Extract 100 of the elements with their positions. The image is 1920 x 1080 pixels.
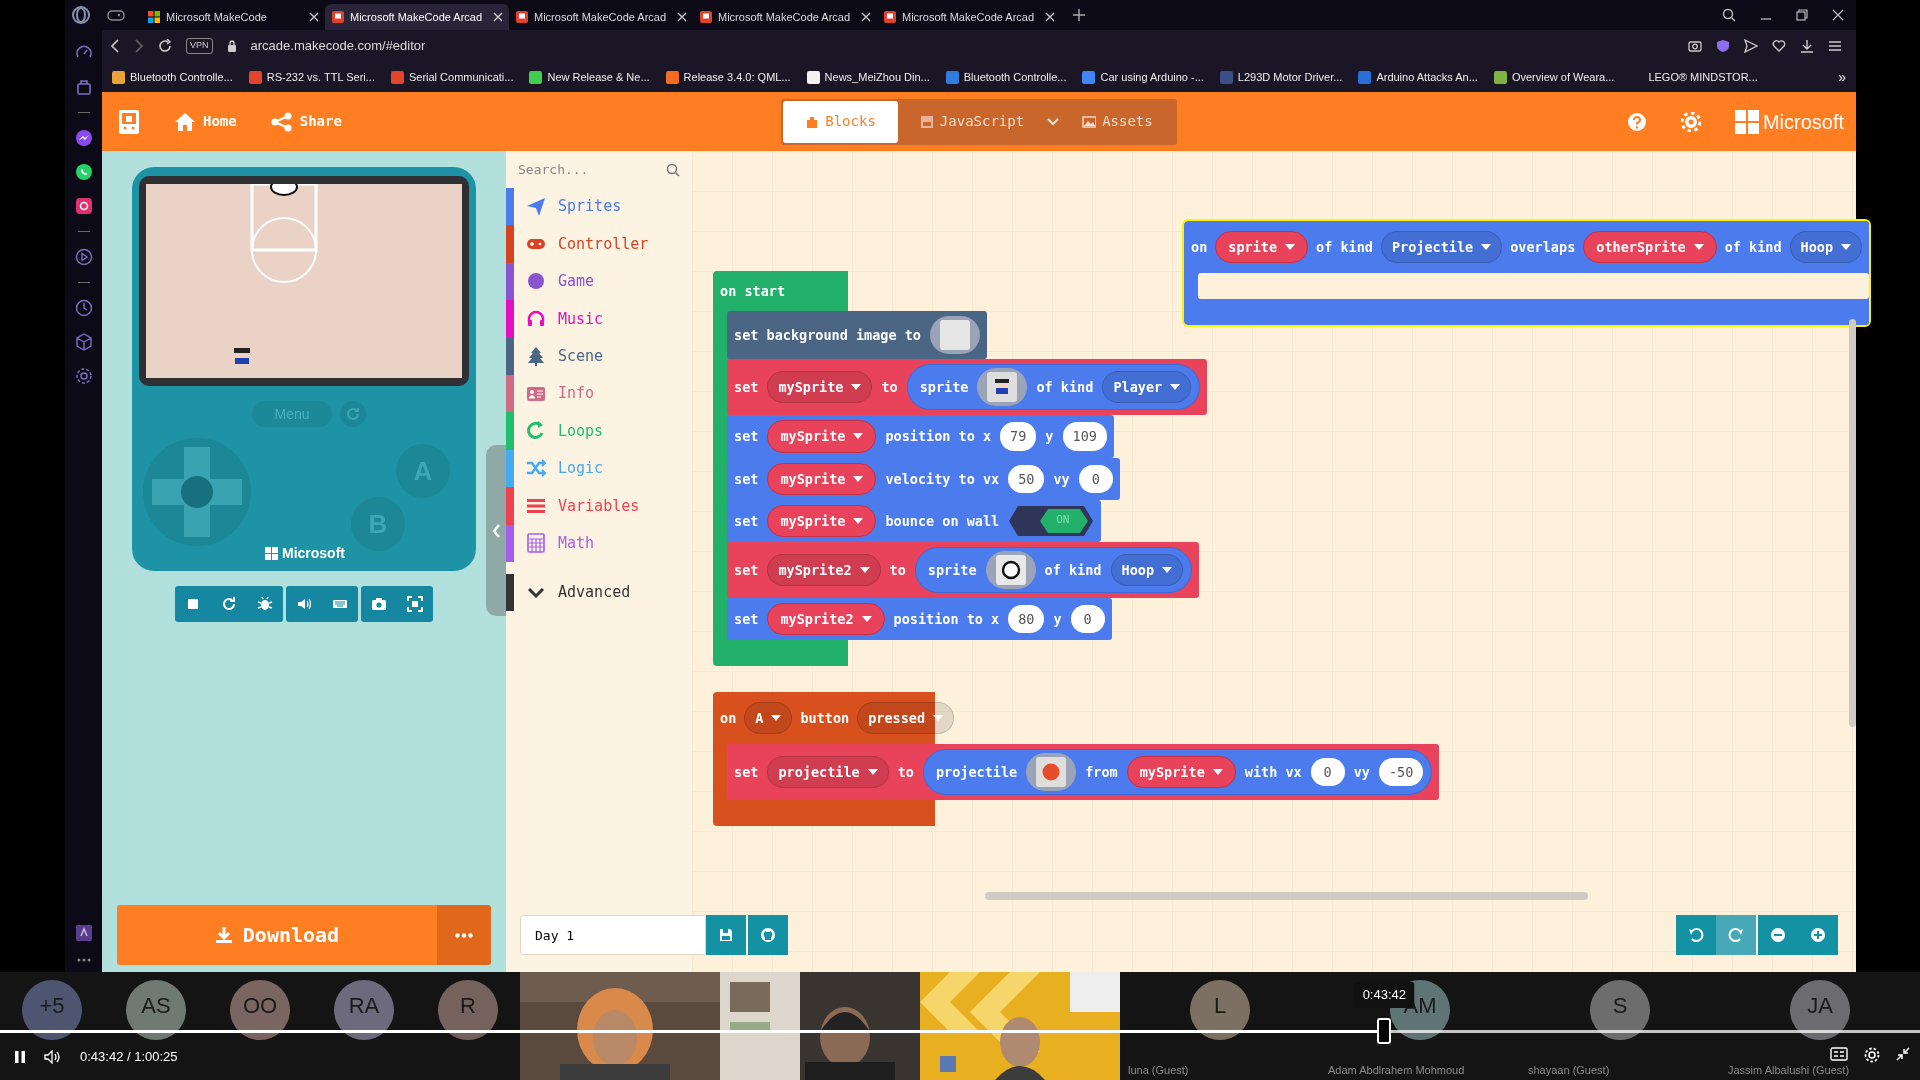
- bookmark-link[interactable]: RS-232 vs. TTL Seri...: [266, 68, 375, 86]
- camera-icon[interactable]: [1688, 39, 1702, 53]
- variable-dropdown[interactable]: mySprite: [767, 420, 877, 453]
- speaker-icon[interactable]: [44, 1049, 62, 1064]
- variable-dropdown[interactable]: mySprite: [767, 462, 877, 495]
- caret-down-icon[interactable]: [1046, 116, 1061, 127]
- variable-dropdown[interactable]: sprite: [1215, 231, 1309, 264]
- statement-block[interactable]: set mySprite to sprite of kind Player: [727, 359, 1208, 416]
- variable-dropdown[interactable]: otherSprite: [1583, 231, 1717, 264]
- collapse-icon[interactable]: [1896, 1047, 1910, 1061]
- bookmark-link[interactable]: News_MeiZhou Din...: [824, 68, 930, 86]
- back-icon[interactable]: [110, 39, 120, 53]
- forward-icon[interactable]: [134, 39, 144, 53]
- bookmark-link[interactable]: New Release & Ne...: [547, 68, 650, 86]
- dropdown[interactable]: Hoop: [1110, 553, 1183, 587]
- number-field[interactable]: 80: [1008, 605, 1045, 634]
- clock-icon[interactable]: [74, 299, 93, 317]
- stop-button[interactable]: [175, 586, 211, 622]
- dropdown[interactable]: pressed: [857, 702, 955, 735]
- variable-dropdown[interactable]: mySprite: [1126, 756, 1236, 789]
- close-icon[interactable]: [1832, 9, 1844, 21]
- app-square-icon[interactable]: [74, 924, 93, 942]
- address-field[interactable]: arcade.makecode.com/#editor: [250, 36, 1674, 56]
- pause-icon[interactable]: [14, 1049, 26, 1064]
- bookmark-link[interactable]: LEGO® MINDSTOR...: [1648, 68, 1758, 86]
- bookmark-link[interactable]: Release 3.4.0: QML...: [683, 68, 791, 86]
- save-button[interactable]: [706, 915, 746, 955]
- variable-dropdown[interactable]: mySprite2: [767, 603, 885, 636]
- image-field[interactable]: [1026, 753, 1077, 792]
- browser-logo-icon[interactable]: [71, 5, 91, 25]
- bookmark-link[interactable]: Car using Arduino -...: [1100, 68, 1204, 86]
- image-field[interactable]: [977, 368, 1028, 407]
- bookmark-link[interactable]: Serial Communicati...: [408, 68, 514, 86]
- toolbox-category[interactable]: Info: [506, 374, 692, 413]
- statement-block[interactable]: set mySprite bounce on wall ON: [727, 499, 1102, 542]
- number-field[interactable]: 0: [1070, 605, 1105, 634]
- number-field[interactable]: 79: [1000, 422, 1037, 451]
- toolbox-category[interactable]: Music: [506, 300, 692, 338]
- statement-block[interactable]: set mySprite position to x 79 y 109: [727, 415, 1114, 458]
- browser-tab[interactable]: Microsoft MakeCode Arcad: [325, 4, 509, 30]
- bookmark-link[interactable]: Bluetooth Controlle...: [130, 68, 233, 86]
- bookmark-link[interactable]: Overview of Weara...: [1511, 68, 1615, 86]
- close-icon[interactable]: [493, 12, 503, 22]
- cube-icon[interactable]: [74, 333, 93, 351]
- captions-icon[interactable]: [1830, 1047, 1848, 1061]
- collapse-handle[interactable]: [486, 445, 506, 616]
- redo-button[interactable]: [1716, 915, 1756, 955]
- new-tab-icon[interactable]: [1073, 9, 1085, 21]
- search-field[interactable]: Search...: [506, 151, 692, 188]
- help-icon[interactable]: [1626, 111, 1647, 132]
- restore-icon[interactable]: [1796, 9, 1808, 21]
- reload-icon[interactable]: [158, 39, 172, 53]
- event-block[interactable]: on sprite of kind Projectile overlaps otherSprite of kind Hoop: [1184, 221, 1870, 326]
- editor-tab[interactable]: Blocks: [783, 100, 898, 143]
- statement-block[interactable]: set mySprite2 to sprite of kind Hoop: [727, 542, 1199, 598]
- close-icon[interactable]: [1045, 12, 1055, 22]
- bookmark-link[interactable]: Arduino Attacks An...: [1376, 68, 1478, 86]
- statement-block[interactable]: set background image to: [727, 311, 987, 360]
- keyboard-button[interactable]: [322, 586, 358, 622]
- zoom-in-button[interactable]: [1798, 915, 1838, 955]
- toolbox-category[interactable]: Variables: [506, 487, 692, 525]
- github-button[interactable]: [748, 915, 788, 955]
- toolbox-category[interactable]: Game: [506, 262, 692, 301]
- more-bookmarks-button[interactable]: »: [1838, 66, 1846, 88]
- shield-icon[interactable]: [1716, 39, 1730, 53]
- bookmark-link[interactable]: Bluetooth Controlle...: [963, 68, 1067, 86]
- close-icon[interactable]: [677, 12, 687, 22]
- play-icon[interactable]: [74, 248, 93, 266]
- editor-tab[interactable]: JavaScript: [897, 100, 1047, 143]
- brand-name[interactable]: Microsoft: [1762, 106, 1844, 137]
- share-button[interactable]: Share: [270, 111, 342, 132]
- zoom-out-button[interactable]: [1758, 915, 1798, 955]
- fullscreen-button[interactable]: [397, 586, 433, 622]
- number-field[interactable]: 50: [1008, 464, 1045, 493]
- browser-tab[interactable]: Microsoft MakeCode Arcad: [509, 4, 693, 30]
- variable-dropdown[interactable]: mySprite: [767, 504, 877, 537]
- number-field[interactable]: 0: [1310, 758, 1345, 787]
- seek-bar[interactable]: [0, 1018, 1920, 1045]
- download-icon[interactable]: [1800, 39, 1814, 53]
- bag-icon[interactable]: [74, 78, 93, 96]
- menu-icon[interactable]: [1828, 39, 1842, 53]
- more-icon[interactable]: [76, 958, 91, 962]
- toolbox-category[interactable]: Sprites: [506, 188, 692, 226]
- vertical-scrollbar[interactable]: [1849, 319, 1856, 727]
- dropdown[interactable]: Player: [1102, 371, 1192, 404]
- sound-button[interactable]: [286, 586, 322, 622]
- vpn-badge[interactable]: VPN: [186, 38, 213, 54]
- number-field[interactable]: -50: [1378, 758, 1424, 787]
- search-icon[interactable]: [1722, 8, 1736, 22]
- home-button[interactable]: Home: [174, 111, 237, 132]
- toolbox-category[interactable]: Advanced: [506, 573, 692, 612]
- undo-button[interactable]: [1676, 915, 1716, 955]
- dropdown[interactable]: mySprite2: [767, 553, 881, 587]
- phone-bubble-icon[interactable]: [74, 163, 93, 181]
- toolbox-category[interactable]: Controller: [506, 225, 692, 263]
- camera-icon[interactable]: [74, 197, 93, 215]
- dropdown[interactable]: A: [744, 702, 793, 735]
- arcade-logo-icon[interactable]: [118, 108, 140, 135]
- horizontal-scrollbar[interactable]: [985, 892, 1588, 900]
- event-block[interactable]: on A button pressed set projectile to projectile from mySprite with vx 0 vy -50: [713, 692, 1440, 827]
